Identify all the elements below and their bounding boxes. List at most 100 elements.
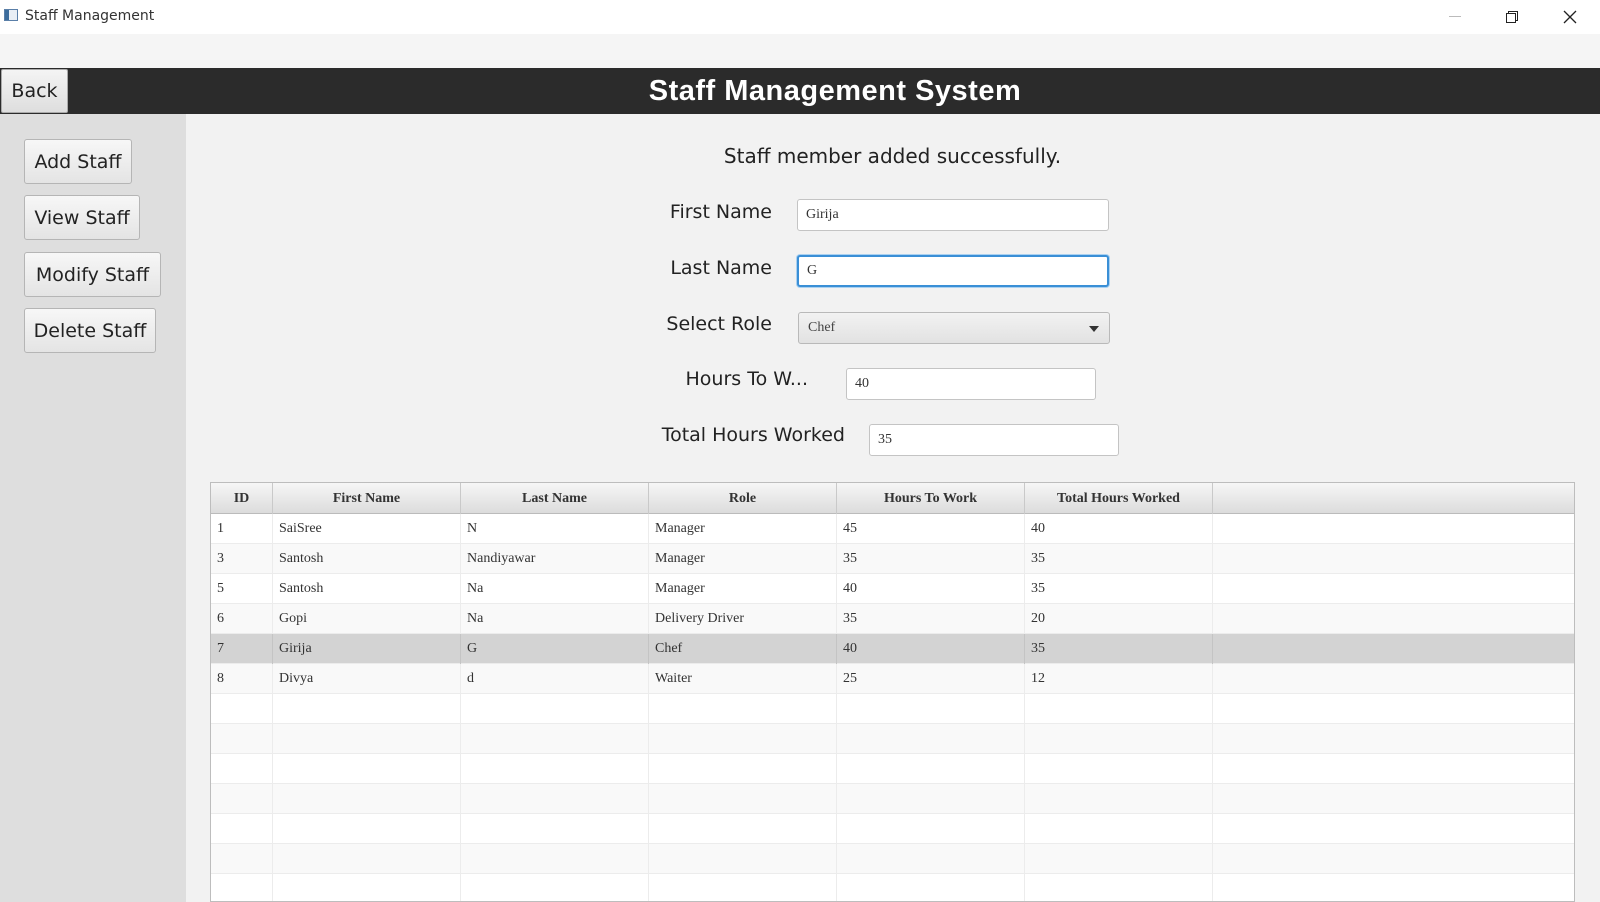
table-body: 1 SaiSree N Manager 45 40 3 Santosh Nandiyawar Ma… <box>211 514 1574 901</box>
table-row[interactable]: 1 SaiSree N Manager 45 40 <box>211 514 1574 544</box>
page-title: Staff Management System <box>648 75 1022 107</box>
hours-to-work-label: Hours To W... <box>685 368 808 390</box>
cell-id: 7 <box>211 634 273 664</box>
table-row[interactable]: 7 Girija G Chef 40 35 <box>211 634 1574 664</box>
table-row-empty <box>211 754 1574 784</box>
cell-hours-to-work: 35 <box>837 544 1025 574</box>
cell-role <box>649 724 837 754</box>
table-row[interactable]: 6 Gopi Na Delivery Driver 35 20 <box>211 604 1574 634</box>
cell-hours-to-work: 45 <box>837 514 1025 544</box>
cell-first-name: SaiSree <box>273 514 461 544</box>
back-button[interactable]: Back <box>1 69 68 113</box>
select-role-label: Select Role <box>666 313 772 335</box>
cell-first-name <box>273 724 461 754</box>
cell-first-name: Gopi <box>273 604 461 634</box>
cell-first-name: Divya <box>273 664 461 694</box>
cell-last-name: d <box>461 664 649 694</box>
cell-id: 6 <box>211 604 273 634</box>
first-name-label: First Name <box>669 201 772 223</box>
cell-role <box>649 814 837 844</box>
table-row-empty <box>211 784 1574 814</box>
view-staff-button[interactable]: View Staff <box>24 195 140 240</box>
cell-role: Chef <box>649 634 837 664</box>
cell-first-name: Santosh <box>273 574 461 604</box>
modify-staff-button[interactable]: Modify Staff <box>24 252 161 297</box>
cell-role <box>649 844 837 874</box>
cell-total-hours-worked <box>1025 754 1213 784</box>
cell-last-name <box>461 694 649 724</box>
table-header: ID First Name Last Name Role Hours To Wo… <box>211 483 1574 514</box>
cell-total-hours-worked <box>1025 844 1213 874</box>
cell-hours-to-work <box>837 754 1025 784</box>
window-title: Staff Management <box>25 8 155 24</box>
cell-hours-to-work: 40 <box>837 574 1025 604</box>
column-header-first-name[interactable]: First Name <box>273 483 461 514</box>
app-icon <box>4 9 18 21</box>
total-hours-worked-label: Total Hours Worked <box>661 424 845 446</box>
cell-total-hours-worked <box>1025 814 1213 844</box>
cell-last-name: N <box>461 514 649 544</box>
table-row-empty <box>211 874 1574 901</box>
cell-first-name: Girija <box>273 634 461 664</box>
column-header-total-hours-worked[interactable]: Total Hours Worked <box>1025 483 1213 514</box>
staff-table[interactable]: ID First Name Last Name Role Hours To Wo… <box>210 482 1575 902</box>
column-header-role[interactable]: Role <box>649 483 837 514</box>
cell-role: Manager <box>649 514 837 544</box>
cell-hours-to-work <box>837 784 1025 814</box>
column-header-id[interactable]: ID <box>211 483 273 514</box>
restore-icon[interactable] <box>1489 0 1535 34</box>
table-row[interactable]: 3 Santosh Nandiyawar Manager 35 35 <box>211 544 1574 574</box>
cell-hours-to-work <box>837 874 1025 901</box>
column-header-last-name[interactable]: Last Name <box>461 483 649 514</box>
cell-role <box>649 784 837 814</box>
cell-id <box>211 694 273 724</box>
cell-total-hours-worked: 12 <box>1025 664 1213 694</box>
table-row-empty <box>211 814 1574 844</box>
window-title-bar: Staff Management <box>0 0 1600 34</box>
cell-last-name <box>461 724 649 754</box>
cell-id: 5 <box>211 574 273 604</box>
cell-last-name: Na <box>461 574 649 604</box>
cell-hours-to-work: 40 <box>837 634 1025 664</box>
cell-id: 8 <box>211 664 273 694</box>
last-name-field[interactable]: G <box>797 255 1109 287</box>
add-staff-button[interactable]: Add Staff <box>24 139 132 184</box>
cell-total-hours-worked <box>1025 874 1213 901</box>
cell-id: 1 <box>211 514 273 544</box>
hours-to-work-field[interactable]: 40 <box>846 368 1096 400</box>
cell-hours-to-work: 35 <box>837 604 1025 634</box>
column-header-hours-to-work[interactable]: Hours To Work <box>837 483 1025 514</box>
cell-last-name: Na <box>461 604 649 634</box>
table-row[interactable]: 8 Divya d Waiter 25 12 <box>211 664 1574 694</box>
window-band <box>0 34 1600 68</box>
cell-hours-to-work <box>837 694 1025 724</box>
sidebar: Add Staff View Staff Modify Staff Delete… <box>0 114 186 902</box>
cell-last-name: Nandiyawar <box>461 544 649 574</box>
cell-last-name: G <box>461 634 649 664</box>
cell-total-hours-worked: 20 <box>1025 604 1213 634</box>
cell-total-hours-worked <box>1025 784 1213 814</box>
cell-hours-to-work <box>837 844 1025 874</box>
app-header: Back Staff Management System <box>0 68 1600 114</box>
cell-total-hours-worked <box>1025 724 1213 754</box>
first-name-field[interactable]: Girija <box>797 199 1109 231</box>
cell-first-name <box>273 844 461 874</box>
cell-id <box>211 814 273 844</box>
cell-role: Waiter <box>649 664 837 694</box>
total-hours-worked-field[interactable]: 35 <box>869 424 1119 456</box>
cell-first-name <box>273 754 461 784</box>
close-icon[interactable] <box>1547 0 1593 34</box>
cell-role: Manager <box>649 574 837 604</box>
cell-last-name <box>461 874 649 901</box>
role-select[interactable]: Chef <box>798 312 1110 344</box>
table-row[interactable]: 5 Santosh Na Manager 40 35 <box>211 574 1574 604</box>
delete-staff-button[interactable]: Delete Staff <box>24 308 156 353</box>
cell-first-name <box>273 784 461 814</box>
cell-total-hours-worked: 35 <box>1025 544 1213 574</box>
cell-role: Manager <box>649 544 837 574</box>
chevron-down-icon <box>1089 326 1099 332</box>
cell-first-name: Santosh <box>273 544 461 574</box>
minimize-icon[interactable] <box>1432 0 1478 34</box>
cell-id <box>211 874 273 901</box>
cell-hours-to-work: 25 <box>837 664 1025 694</box>
